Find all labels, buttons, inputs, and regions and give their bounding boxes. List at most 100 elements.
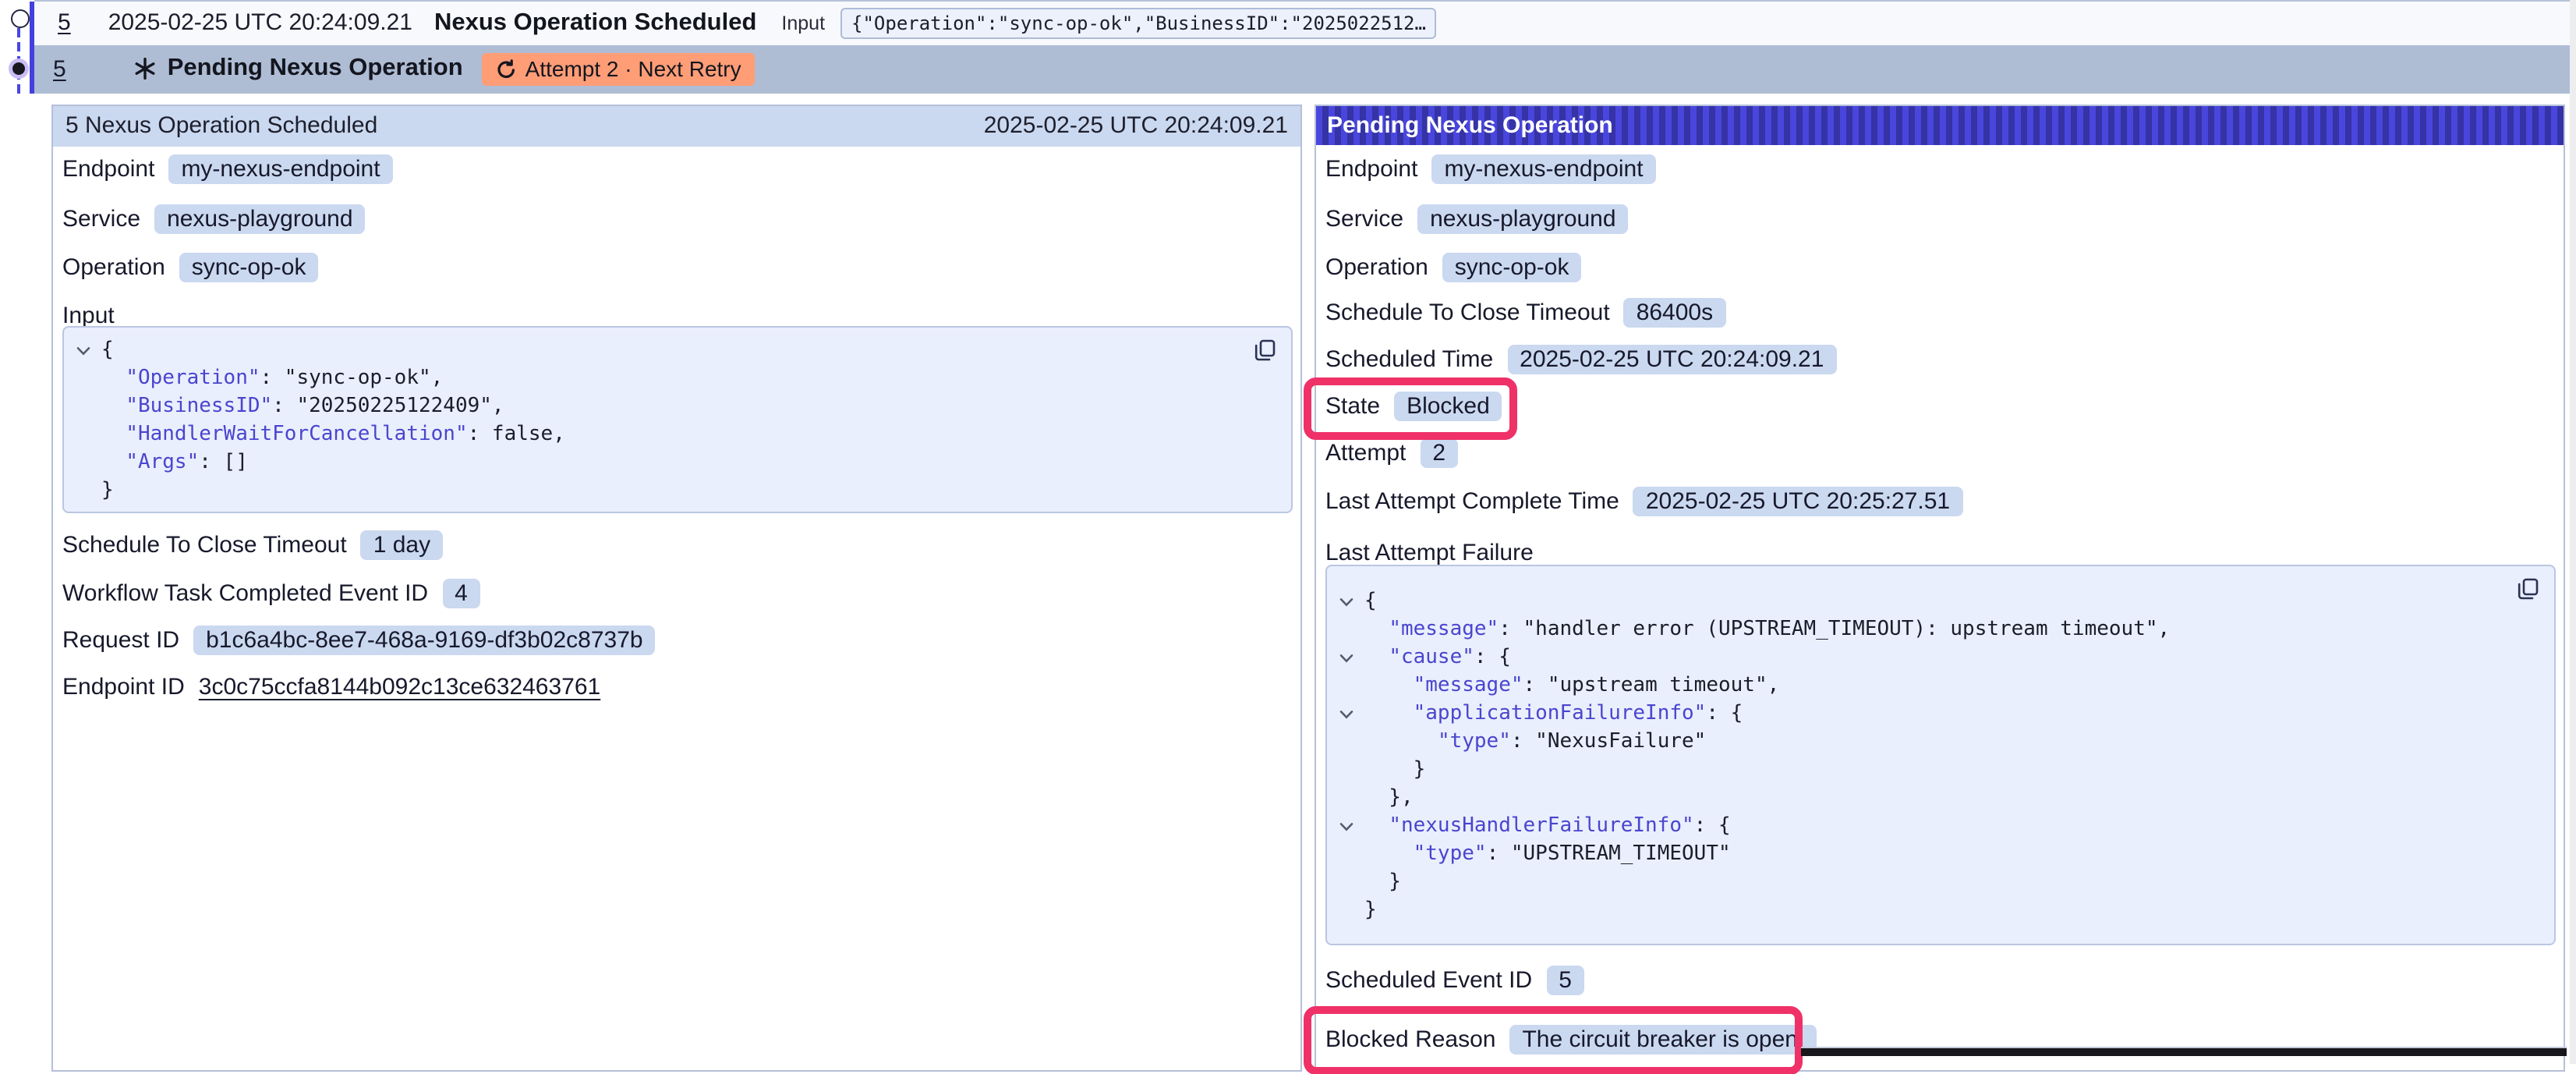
event-input-preview[interactable]: {"Operation":"sync-op-ok","BusinessID":"… bbox=[840, 8, 1437, 39]
field-row-service: Service nexus-playground bbox=[1325, 201, 1629, 236]
field-value-chip: b1c6a4bc-8ee7-468a-9169-df3b02c8737b bbox=[193, 625, 655, 654]
field-label: Last Attempt Complete Time bbox=[1325, 488, 1619, 515]
collapse-chevron-icon[interactable] bbox=[1327, 643, 1364, 672]
field-value-chip: 1 day bbox=[361, 530, 443, 559]
selection-accent-bar bbox=[29, 2, 34, 94]
collapse-chevron-icon bbox=[1327, 896, 1364, 924]
retry-badge: Attempt 2 · Next Retry bbox=[482, 53, 755, 86]
collapse-chevron-icon bbox=[64, 477, 101, 505]
screenshot-bottom-edge bbox=[1801, 1048, 2567, 1055]
copy-button[interactable] bbox=[1254, 338, 1277, 361]
collapse-chevron-icon bbox=[64, 420, 101, 448]
field-row-blocked-reason: Blocked Reason The circuit breaker is op… bbox=[1325, 1023, 1817, 1057]
pending-operation-panel: Pending Nexus Operation Endpoint my-nexu… bbox=[1315, 104, 2565, 1071]
field-label: Service bbox=[62, 205, 140, 232]
field-label: Blocked Reason bbox=[1325, 1026, 1495, 1053]
event-id-link[interactable]: 5 bbox=[53, 56, 66, 83]
event-title: Nexus Operation Scheduled bbox=[434, 9, 756, 37]
field-value-chip: nexus-playground bbox=[1417, 204, 1629, 233]
collapse-chevron-icon bbox=[64, 364, 101, 392]
field-value-chip: sync-op-ok bbox=[179, 253, 319, 282]
field-row-last-attempt-complete-time: Last Attempt Complete Time 2025-02-25 UT… bbox=[1325, 484, 1962, 519]
collapse-chevron-icon bbox=[1327, 840, 1364, 868]
field-label: Endpoint bbox=[1325, 156, 1417, 183]
panel-timestamp: 2025-02-25 UTC 20:24:09.21 bbox=[984, 112, 1288, 139]
field-value-chip: sync-op-ok bbox=[1442, 253, 1582, 282]
code-line-text: "cause": { bbox=[1364, 643, 1511, 672]
copy-button[interactable] bbox=[2517, 576, 2540, 600]
field-label: Schedule To Close Timeout bbox=[1325, 300, 1610, 326]
code-line-text: "Operation": "sync-op-ok", bbox=[101, 364, 443, 392]
code-line-text: "HandlerWaitForCancellation": false, bbox=[101, 420, 565, 448]
panel-title: Pending Nexus Operation bbox=[1327, 112, 1613, 138]
collapse-chevron-icon[interactable] bbox=[1327, 587, 1364, 615]
code-line-text: "type": "NexusFailure" bbox=[1364, 728, 1706, 756]
event-input-label: Input bbox=[781, 12, 825, 34]
field-row-workflow-task-completed-event-id: Workflow Task Completed Event ID 4 bbox=[62, 576, 480, 611]
retry-icon bbox=[496, 59, 516, 80]
field-row-service: Service nexus-playground bbox=[62, 201, 366, 236]
field-row-scheduled-event-id: Scheduled Event ID 5 bbox=[1325, 963, 1584, 998]
field-value-chip: 2025-02-25 UTC 20:25:27.51 bbox=[1633, 487, 1962, 516]
field-value-chip: my-nexus-endpoint bbox=[1431, 154, 1655, 184]
pending-panel-header: Pending Nexus Operation bbox=[1316, 105, 2564, 144]
collapse-chevron-icon bbox=[1327, 615, 1364, 643]
field-value-chip: 2025-02-25 UTC 20:24:09.21 bbox=[1507, 345, 1836, 374]
collapse-chevron-icon[interactable] bbox=[64, 336, 101, 364]
event-row-pending[interactable]: 5 Pending Nexus Operation Attempt 2 · Ne… bbox=[34, 44, 2570, 94]
asterisk-icon bbox=[135, 58, 157, 80]
field-value-chip: 4 bbox=[442, 579, 480, 608]
field-label: Request ID bbox=[62, 626, 179, 653]
code-line-text: } bbox=[1364, 756, 1425, 784]
code-line-text: "nexusHandlerFailureInfo": { bbox=[1364, 812, 1731, 840]
event-timestamp: 2025-02-25 UTC 20:24:09.21 bbox=[108, 10, 412, 37]
copy-icon bbox=[2517, 576, 2540, 600]
code-line-text: }, bbox=[1364, 784, 1414, 812]
timeline-connector bbox=[17, 28, 20, 94]
collapse-chevron-icon bbox=[64, 448, 101, 477]
blocked-reason-value-chip: The circuit breaker is open. bbox=[1509, 1025, 1817, 1055]
field-label: Operation bbox=[1325, 254, 1428, 281]
field-label: Workflow Task Completed Event ID bbox=[62, 580, 428, 607]
panel-bottom-edge bbox=[1801, 1046, 2567, 1047]
collapse-chevron-icon[interactable] bbox=[1327, 812, 1364, 840]
field-row-state: State Blocked bbox=[1325, 389, 1502, 424]
event-row-scheduled[interactable]: 5 2025-02-25 UTC 20:24:09.21 Nexus Opera… bbox=[34, 2, 2570, 44]
field-value-chip: nexus-playground bbox=[154, 204, 366, 233]
collapse-chevron-icon bbox=[64, 392, 101, 420]
copy-icon bbox=[1254, 338, 1277, 361]
input-code-block: { "Operation": "sync-op-ok", "BusinessID… bbox=[62, 325, 1293, 512]
event-id-link[interactable]: 5 bbox=[58, 10, 71, 37]
field-row-attempt: Attempt 2 bbox=[1325, 436, 1458, 470]
field-label: Operation bbox=[62, 254, 165, 281]
field-label: Attempt bbox=[1325, 440, 1406, 466]
collapse-chevron-icon bbox=[1327, 756, 1364, 784]
code-line-text: } bbox=[1364, 896, 1377, 924]
code-line-text: } bbox=[101, 477, 114, 505]
collapse-chevron-icon bbox=[1327, 728, 1364, 756]
state-value-chip: Blocked bbox=[1394, 392, 1502, 421]
collapse-chevron-icon[interactable] bbox=[1327, 700, 1364, 728]
field-label: Schedule To Close Timeout bbox=[62, 531, 347, 558]
field-row-endpoint-id: Endpoint ID 3c0c75ccfa8144b092c13ce63246… bbox=[62, 670, 600, 704]
panel-title: 5 Nexus Operation Scheduled bbox=[65, 112, 377, 139]
field-label: Endpoint ID bbox=[62, 674, 185, 700]
field-value-chip: my-nexus-endpoint bbox=[168, 154, 392, 184]
code-line-text: { bbox=[1364, 587, 1377, 615]
field-label: Scheduled Event ID bbox=[1325, 967, 1532, 994]
code-line-text: "message": "upstream timeout", bbox=[1364, 672, 1779, 700]
field-value-chip: 86400s bbox=[1624, 298, 1725, 328]
temporal-event-history-view: 5 2025-02-25 UTC 20:24:09.21 Nexus Opera… bbox=[0, 0, 2576, 1064]
field-row-endpoint: Endpoint my-nexus-endpoint bbox=[62, 152, 393, 186]
code-line-text: "applicationFailureInfo": { bbox=[1364, 700, 1743, 728]
code-line-text: "Args": [] bbox=[101, 448, 248, 477]
field-label: Scheduled Time bbox=[1325, 346, 1493, 373]
endpoint-id-link[interactable]: 3c0c75ccfa8144b092c13ce632463761 bbox=[199, 674, 600, 700]
right-gutter bbox=[2570, 0, 2576, 1064]
field-row-schedule-to-close-timeout: Schedule To Close Timeout 86400s bbox=[1325, 296, 1725, 330]
event-marker-current-icon bbox=[12, 62, 24, 75]
failure-code-block: { "message": "handler error (UPSTREAM_TI… bbox=[1325, 564, 2556, 945]
field-row-request-id: Request ID b1c6a4bc-8ee7-468a-9169-df3b0… bbox=[62, 622, 656, 657]
field-row-scheduled-time: Scheduled Time 2025-02-25 UTC 20:24:09.2… bbox=[1325, 342, 1836, 377]
field-label: Service bbox=[1325, 205, 1403, 232]
